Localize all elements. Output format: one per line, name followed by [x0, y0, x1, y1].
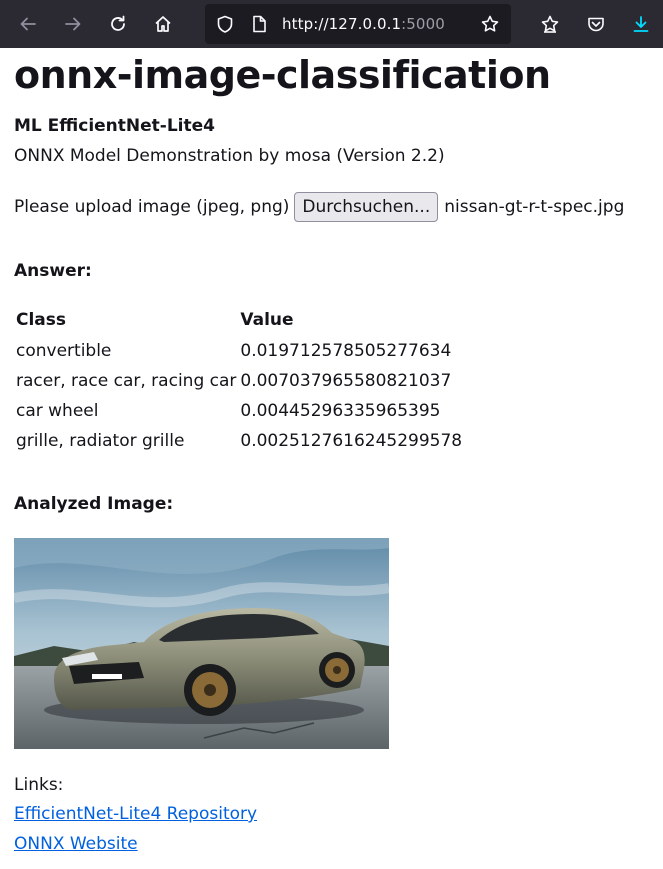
bookmark-star-icon[interactable]	[480, 14, 500, 34]
value-cell: 0.00445296335965395	[240, 401, 441, 421]
results-table: Class Value convertible 0.01971257850527…	[14, 308, 464, 456]
table-row: convertible 0.019712578505277634	[14, 336, 464, 366]
page-title: onnx-image-classification	[14, 53, 551, 97]
table-row: car wheel 0.00445296335965395	[14, 396, 464, 426]
table-row: grille, radiator grille 0.00251276162452…	[14, 426, 464, 456]
table-row: racer, race car, racing car 0.0070379655…	[14, 366, 464, 396]
url-bar[interactable]: http://127.0.0.1:5000	[205, 4, 511, 44]
model-subtitle: ML EfficientNet-Lite4	[14, 116, 215, 136]
reload-icon[interactable]	[101, 7, 135, 41]
pocket-icon[interactable]	[579, 7, 613, 41]
browser-toolbar: http://127.0.0.1:5000	[0, 0, 663, 48]
table-header-row: Class Value	[14, 308, 464, 336]
model-description: ONNX Model Demonstration by mosa (Versio…	[14, 146, 445, 166]
upload-row: Please upload image (jpeg, png) Durchsuc…	[14, 188, 624, 226]
class-cell: grille, radiator grille	[16, 431, 185, 451]
efficientnet-repo-link[interactable]: EfficientNet-Lite4 Repository	[14, 804, 257, 824]
extensions-icon[interactable]	[533, 7, 567, 41]
links-heading: Links:	[14, 775, 64, 795]
value-cell: 0.0025127616245299578	[240, 431, 463, 451]
onnx-website-link[interactable]: ONNX Website	[14, 834, 138, 854]
browse-file-button[interactable]: Durchsuchen...	[294, 192, 439, 222]
url-text[interactable]: http://127.0.0.1:5000	[282, 15, 445, 33]
download-icon[interactable]	[624, 7, 658, 41]
page-content: onnx-image-classification ML EfficientNe…	[0, 48, 663, 869]
upload-label: Please upload image (jpeg, png)	[14, 197, 290, 217]
selected-filename: nissan-gt-r-t-spec.jpg	[444, 197, 625, 217]
class-cell: car wheel	[16, 401, 99, 421]
class-cell: convertible	[16, 341, 112, 361]
class-cell: racer, race car, racing car	[16, 371, 237, 391]
value-cell: 0.007037965580821037	[240, 371, 452, 391]
column-header-value: Value	[240, 310, 294, 330]
value-cell: 0.019712578505277634	[240, 341, 452, 361]
home-icon[interactable]	[146, 7, 180, 41]
analyzed-image-heading: Analyzed Image:	[14, 494, 174, 514]
column-header-class: Class	[16, 310, 67, 330]
answer-heading: Answer:	[14, 261, 92, 281]
analyzed-car-image	[14, 538, 389, 749]
back-arrow-icon[interactable]	[11, 7, 45, 41]
forward-arrow-icon[interactable]	[56, 7, 90, 41]
page-icon[interactable]	[249, 14, 269, 34]
shield-icon[interactable]	[215, 14, 235, 34]
